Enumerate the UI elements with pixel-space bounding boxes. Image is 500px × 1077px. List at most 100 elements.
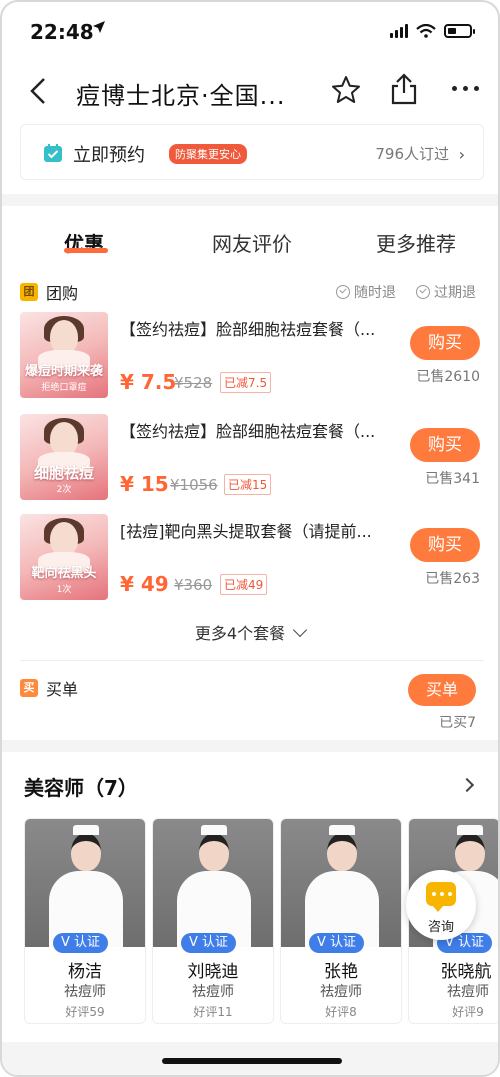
group-buy-header: 团 团购 xyxy=(20,280,78,304)
thumb-subtext: 拒绝口罩痘 xyxy=(41,383,87,393)
more-icon[interactable] xyxy=(452,86,479,91)
booking-label: 立即预约 xyxy=(73,145,145,166)
policy-label: 过期退 xyxy=(434,285,476,301)
beautician-card[interactable]: V 认证 张艳 祛痘师 好评8 xyxy=(280,818,402,1024)
chevron-right-icon: › xyxy=(458,145,465,164)
deal-name: [祛痘]靶向黑头提取套餐（请提前... xyxy=(120,522,372,541)
beautician-photo xyxy=(281,819,401,947)
beautician-rating: 好评11 xyxy=(193,1005,233,1019)
sold-count: 已售2610 xyxy=(416,369,480,385)
deal-name: 【签约祛痘】脸部细胞祛痘套餐（... xyxy=(120,320,376,339)
deal-price: ¥ 7.5 xyxy=(120,370,177,394)
beautician-name: 刘晓迪 xyxy=(187,962,239,982)
tab-bar: 优惠 网友评价 更多推荐 xyxy=(2,214,498,264)
beautician-name: 杨洁 xyxy=(68,962,102,982)
buy-button[interactable]: 购买 xyxy=(410,326,480,360)
beautician-rating: 好评8 xyxy=(325,1005,357,1019)
sold-count: 已售341 xyxy=(425,471,480,487)
pay-title: 买单 xyxy=(46,680,79,699)
beautician-section-title: 美容师（7） xyxy=(24,776,138,800)
share-icon[interactable] xyxy=(388,72,420,106)
booking-count: 796人订过 xyxy=(375,145,449,163)
beautician-photo xyxy=(153,819,273,947)
deal-thumbnail: 细胞祛痘 2次 xyxy=(20,414,108,500)
deal-discount: 已减15 xyxy=(224,474,272,495)
deal-thumbnail: 爆痘时期来袭 拒绝口罩痘 xyxy=(20,312,108,398)
pay-header: 买 买单 xyxy=(20,676,78,700)
beautician-role: 祛痘师 xyxy=(64,984,106,1000)
verified-badge: V 认证 xyxy=(181,933,237,953)
sold-count: 已售263 xyxy=(425,571,480,587)
pay-badge: 买 xyxy=(20,679,38,697)
pay-button[interactable]: 买单 xyxy=(408,674,476,706)
check-circle-icon xyxy=(336,285,350,299)
pay-count: 已买7 xyxy=(439,715,476,731)
beautician-card[interactable]: V 认证 刘晓迪 祛痘师 好评11 xyxy=(152,818,274,1024)
nav-bar: 痘博士北京·全国... xyxy=(2,64,498,120)
chevron-down-icon xyxy=(293,622,308,638)
deal-item[interactable]: 爆痘时期来袭 拒绝口罩痘 【签约祛痘】脸部细胞祛痘套餐（... ¥ 7.5 ¥5… xyxy=(2,312,498,408)
thumb-text: 爆痘时期来袭 xyxy=(24,364,103,379)
deal-price: ¥ 49 xyxy=(120,572,169,596)
beautician-role: 祛痘师 xyxy=(447,984,489,1000)
consult-label: 咨询 xyxy=(427,920,454,935)
deal-discount: 已减7.5 xyxy=(220,372,272,393)
beautician-role: 祛痘师 xyxy=(192,984,234,1000)
thumb-subtext: 2次 xyxy=(56,485,72,495)
verified-badge: V 认证 xyxy=(53,933,109,953)
more-packages-label: 更多4个套餐 xyxy=(194,624,286,643)
star-icon[interactable] xyxy=(330,74,362,106)
group-buy-badge: 团 xyxy=(20,283,38,301)
signal-icon xyxy=(390,24,408,38)
booking-card[interactable]: 立即预约 防聚集更安心 796人订过 › xyxy=(20,124,484,180)
beautician-card[interactable]: V 认证 杨洁 祛痘师 好评59 xyxy=(24,818,146,1024)
deal-item[interactable]: 细胞祛痘 2次 【签约祛痘】脸部细胞祛痘套餐（... ¥ 15 ¥1056 已减… xyxy=(2,414,498,510)
beautician-rating: 好评9 xyxy=(452,1005,484,1019)
policy-expired-refund: 过期退 xyxy=(416,282,476,302)
wifi-icon xyxy=(416,24,436,38)
page-title: 痘博士北京·全国... xyxy=(76,82,286,110)
deal-discount: 已减49 xyxy=(220,574,268,595)
check-circle-icon xyxy=(416,285,430,299)
beautician-photo xyxy=(25,819,145,947)
group-buy-title: 团购 xyxy=(46,284,79,303)
buy-button[interactable]: 购买 xyxy=(410,428,480,462)
active-tab-indicator xyxy=(64,248,108,253)
calendar-check-icon xyxy=(44,144,62,162)
deal-original-price: ¥1056 xyxy=(170,476,218,494)
beautician-rating: 好评59 xyxy=(65,1005,105,1019)
beautician-name: 张晓航 xyxy=(440,962,492,982)
beautician-role: 祛痘师 xyxy=(320,984,362,1000)
beautician-name: 张艳 xyxy=(324,962,358,982)
battery-icon xyxy=(444,24,475,38)
status-time: 22:48 xyxy=(30,20,94,44)
status-bar: 22:48 xyxy=(2,2,498,62)
deal-original-price: ¥360 xyxy=(174,576,213,594)
policy-label: 随时退 xyxy=(354,285,396,301)
deal-name: 【签约祛痘】脸部细胞祛痘套餐（... xyxy=(120,422,376,441)
buy-button[interactable]: 购买 xyxy=(410,528,480,562)
verified-badge: V 认证 xyxy=(309,933,365,953)
tab-reviews[interactable]: 网友评价 xyxy=(212,228,292,257)
location-arrow-icon xyxy=(93,21,105,33)
thumb-text: 细胞祛痘 xyxy=(33,464,94,482)
deal-thumbnail: 靶向祛黑头 1次 xyxy=(20,514,108,600)
deal-price: ¥ 15 xyxy=(120,472,169,496)
more-packages-link[interactable]: 更多4个套餐 xyxy=(2,620,498,644)
deal-item[interactable]: 靶向祛黑头 1次 [祛痘]靶向黑头提取套餐（请提前... ¥ 49 ¥360 已… xyxy=(2,514,498,610)
thumb-text: 靶向祛黑头 xyxy=(31,566,97,581)
deal-original-price: ¥528 xyxy=(174,374,213,392)
consult-button[interactable]: 咨询 xyxy=(406,870,476,940)
home-indicator[interactable] xyxy=(162,1058,342,1064)
chevron-right-icon[interactable] xyxy=(459,777,475,793)
tab-recommendations[interactable]: 更多推荐 xyxy=(376,228,456,257)
divider xyxy=(20,660,484,661)
section-divider xyxy=(2,740,498,752)
policy-anytime-refund: 随时退 xyxy=(336,282,396,302)
app-frame: 22:48 痘博士北京·全国... 立即预约 防聚集更安心 796人订过 › 优… xyxy=(0,0,500,1077)
back-arrow-icon[interactable] xyxy=(24,76,54,106)
status-icons xyxy=(390,24,475,38)
thumb-subtext: 1次 xyxy=(56,585,72,595)
section-divider xyxy=(2,194,498,206)
booking-tag: 防聚集更安心 xyxy=(169,144,247,164)
